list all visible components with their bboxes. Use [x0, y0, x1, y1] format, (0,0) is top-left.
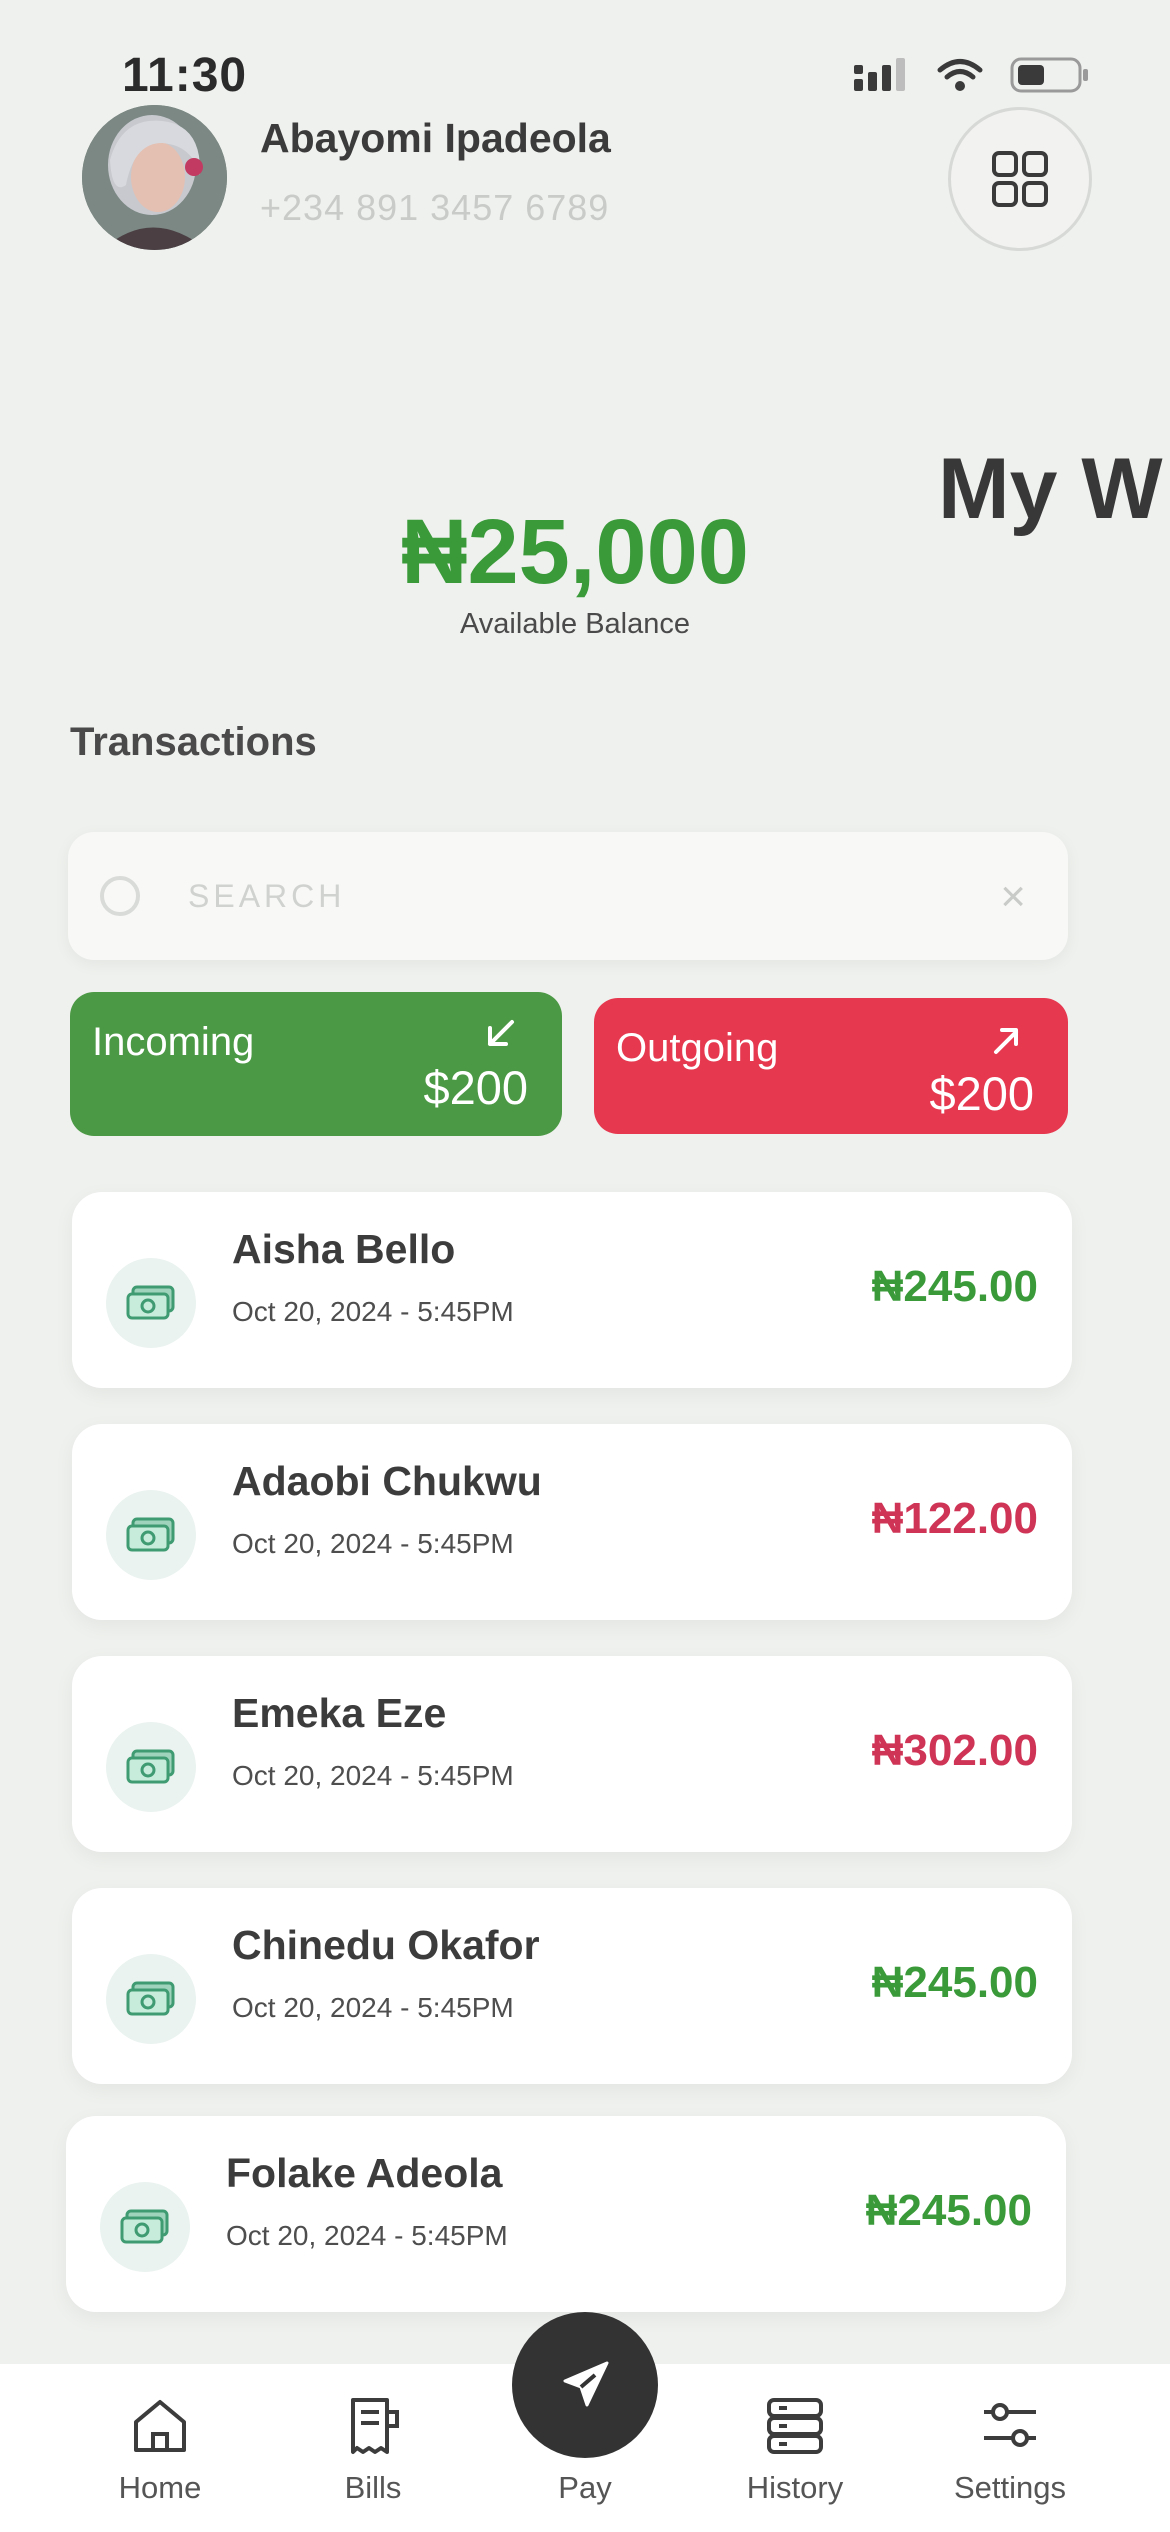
avatar-image [82, 105, 227, 250]
nav-history[interactable]: History [715, 2396, 875, 2506]
transaction-date: Oct 20, 2024 - 5:45PM [232, 1528, 514, 1559]
cash-icon [100, 2182, 190, 2272]
transaction-amount: ₦245.00 [865, 2186, 1032, 2235]
outgoing-label: Outgoing [616, 1026, 779, 1070]
nav-history-label: History [746, 2470, 844, 2505]
incoming-amount: $200 [423, 1061, 528, 1114]
settings-sliders-icon [984, 2403, 1036, 2447]
transaction-amount: ₦122.00 [871, 1494, 1038, 1543]
grid-menu-button[interactable] [948, 107, 1092, 251]
nav-bills-label: Bills [344, 2470, 402, 2505]
user-phone: +234 891 3457 6789 [260, 187, 610, 228]
send-icon [563, 2361, 609, 2407]
arrow-up-right-icon [994, 1028, 1018, 1054]
transaction-row[interactable]: Aisha Bello Oct 20, 2024 - 5:45PM ₦245.0… [72, 1192, 1072, 1388]
transaction-name: Emeka Eze [232, 1690, 447, 1736]
transaction-amount: ₦245.00 [871, 1262, 1038, 1311]
transactions-title: Transactions [70, 720, 317, 764]
transaction-name: Aisha Bello [232, 1226, 456, 1272]
balance-amount: ₦25,000 [401, 501, 749, 603]
transaction-row[interactable]: Adaobi Chukwu Oct 20, 2024 - 5:45PM ₦122… [72, 1424, 1072, 1620]
transaction-date: Oct 20, 2024 - 5:45PM [232, 1296, 514, 1327]
nav-home[interactable]: Home [80, 2396, 240, 2506]
incoming-label: Incoming [92, 1020, 255, 1064]
search-input[interactable] [188, 862, 968, 930]
status-bar: 11:30 [0, 0, 1170, 110]
status-icons [854, 56, 1090, 94]
clear-search-icon[interactable]: × [1000, 872, 1026, 922]
cash-icon [106, 1258, 196, 1348]
arrow-down-left-icon [488, 1020, 514, 1046]
transaction-date: Oct 20, 2024 - 5:45PM [232, 1992, 514, 2023]
home-icon [134, 2400, 186, 2452]
transaction-name: Chinedu Okafor [232, 1922, 540, 1968]
transaction-name: Adaobi Chukwu [232, 1458, 542, 1504]
transaction-date: Oct 20, 2024 - 5:45PM [226, 2220, 508, 2251]
incoming-filter-button[interactable]: Incoming $200 [70, 992, 562, 1136]
profile-header: Abayomi Ipadeola +234 891 3457 6789 [82, 105, 1092, 255]
transaction-date: Oct 20, 2024 - 5:45PM [232, 1760, 514, 1791]
cash-icon [106, 1490, 196, 1580]
nav-settings[interactable]: Settings [930, 2396, 1090, 2506]
pay-button[interactable] [512, 2312, 658, 2458]
outgoing-filter-button[interactable]: Outgoing $200 [594, 998, 1068, 1134]
search-icon [100, 876, 140, 916]
transaction-amount: ₦302.00 [871, 1726, 1038, 1775]
transaction-name: Folake Adeola [226, 2150, 503, 2196]
avatar[interactable] [82, 105, 227, 250]
search-bar: × [68, 832, 1068, 960]
transaction-row[interactable]: Folake Adeola Oct 20, 2024 - 5:45PM ₦245… [66, 2116, 1066, 2312]
history-icon [767, 2398, 823, 2454]
wifi-icon [937, 59, 983, 91]
grid-icon [992, 151, 1048, 207]
nav-bills[interactable]: Bills [293, 2396, 453, 2506]
bills-icon [351, 2398, 399, 2454]
nav-settings-label: Settings [953, 2470, 1066, 2505]
status-time: 11:30 [122, 49, 248, 102]
nav-home-label: Home [118, 2470, 202, 2505]
transaction-row[interactable]: Chinedu Okafor Oct 20, 2024 - 5:45PM ₦24… [72, 1888, 1072, 2084]
battery-icon [1010, 57, 1088, 93]
cash-icon [106, 1954, 196, 2044]
outgoing-amount: $200 [929, 1067, 1034, 1120]
cash-icon [106, 1722, 196, 1812]
nav-pay-label: Pay [558, 2470, 612, 2505]
transaction-amount: ₦245.00 [871, 1958, 1038, 2007]
user-name: Abayomi Ipadeola [260, 115, 611, 161]
balance-label: Available Balance [459, 608, 691, 640]
signal-icon [854, 58, 905, 91]
transaction-row[interactable]: Emeka Eze Oct 20, 2024 - 5:45PM ₦302.00 [72, 1656, 1072, 1852]
